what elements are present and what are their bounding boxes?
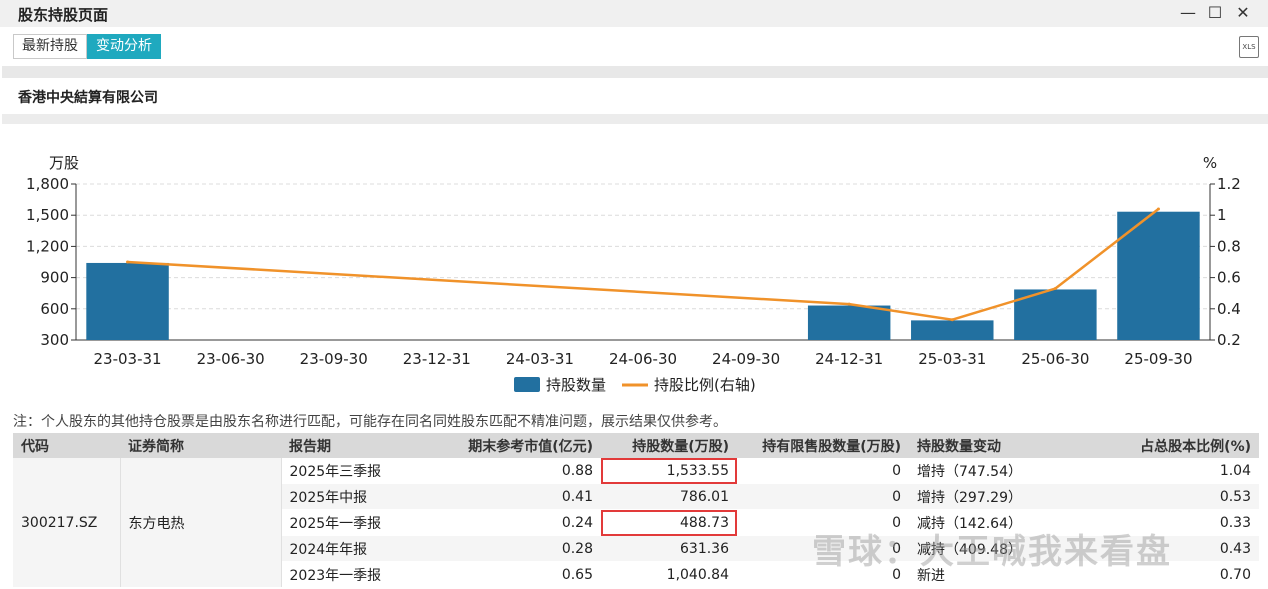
table-header-row: 代码 证券简称 报告期 期末参考市值(亿元) 持股数量(万股) 持有限售股数量(…	[13, 433, 1259, 458]
y-tick-label-right: 0.6	[1217, 269, 1241, 287]
window-titlebar: 股东持股页面 — ☐ ✕	[0, 0, 1268, 27]
cell-change: 增持（747.54）	[909, 458, 1059, 484]
cell-market-value: 0.28	[423, 535, 601, 562]
legend-label-shares: 持股数量	[546, 376, 606, 394]
table-row[interactable]: 300217.SZ 东方电热 2025年三季报 0.88 1,533.55 0 …	[13, 458, 1259, 588]
cell-period: 2024年年报	[281, 535, 423, 562]
cell-market-value: 0.88	[423, 458, 601, 484]
watermark: 雪球：大王喊我来看盘	[812, 532, 1172, 572]
cell-shares-highlighted: 1,533.55	[601, 458, 737, 484]
cell-shares: 1,040.84	[601, 561, 737, 588]
tab-latest-holdings[interactable]: 最新持股	[13, 34, 87, 59]
bar-25-03-31	[911, 320, 994, 340]
export-xls-icon[interactable]: XLS	[1239, 36, 1259, 58]
cell-shares-highlighted: 488.73	[601, 509, 737, 536]
window-title: 股东持股页面	[18, 6, 109, 24]
ratio-point-25-03-31	[950, 318, 954, 322]
cell-period: 2025年三季报	[281, 458, 423, 484]
cell-shares: 631.36	[601, 535, 737, 562]
cell-period: 2025年一季报	[281, 509, 423, 536]
cell-restricted: 0	[737, 483, 909, 510]
x-tick-label: 23-06-30	[197, 350, 265, 368]
col-header-restricted[interactable]: 持有限售股数量(万股)	[737, 433, 909, 458]
x-tick-label: 23-12-31	[403, 350, 471, 368]
y-tick-label-right: 0.2	[1217, 331, 1241, 349]
view-tabs: 最新持股 变动分析	[13, 34, 161, 59]
stock-code[interactable]: 300217.SZ	[13, 458, 121, 588]
col-header-shares[interactable]: 持股数量(万股)	[601, 433, 737, 458]
x-tick-label: 24-12-31	[815, 350, 883, 368]
x-tick-label: 23-09-30	[300, 350, 368, 368]
minimize-icon[interactable]: —	[1177, 2, 1199, 24]
close-icon[interactable]: ✕	[1232, 2, 1254, 24]
x-tick-label: 24-06-30	[609, 350, 677, 368]
cell-ratio: 1.04	[1059, 458, 1259, 484]
x-tick-label: 25-06-30	[1021, 350, 1089, 368]
col-header-ratio[interactable]: 占总股本比例(%)	[1059, 433, 1259, 458]
cell-ratio: 0.53	[1059, 483, 1259, 510]
col-header-code[interactable]: 代码	[13, 433, 120, 458]
x-tick-label: 24-03-31	[506, 350, 574, 368]
ratio-point-25-09-30	[1156, 207, 1160, 211]
cell-change: 增持（297.29）	[909, 483, 1059, 510]
y-tick-label-right: 1	[1217, 206, 1227, 224]
legend-swatch-shares	[514, 377, 540, 392]
cell-market-value: 0.24	[423, 509, 601, 536]
y-tick-label-left: 300	[40, 331, 69, 349]
legend-label-ratio: 持股比例(右轴)	[654, 376, 756, 394]
col-header-name[interactable]: 证券简称	[120, 433, 281, 458]
y-axis-unit-left: 万股	[49, 154, 79, 172]
y-tick-label-left: 1,500	[26, 206, 69, 224]
cell-period: 2025年中报	[281, 483, 423, 510]
bar-24-12-31	[807, 305, 891, 340]
cell-shares: 786.01	[601, 483, 737, 510]
y-tick-label-left: 600	[40, 300, 69, 318]
col-header-market-value[interactable]: 期末参考市值(亿元)	[423, 433, 601, 458]
stock-name[interactable]: 东方电热	[120, 458, 282, 588]
x-tick-label: 24-09-30	[712, 350, 780, 368]
x-tick-label: 23-03-31	[93, 350, 161, 368]
ratio-point-24-12-31	[847, 302, 851, 306]
ratio-point-25-06-30	[1053, 287, 1057, 291]
disclaimer-note: 注：个人股东的其他持仓股票是由股东名称进行匹配，可能存在同名同姓股东匹配不精准问…	[13, 414, 727, 430]
y-axis-unit-right: %	[1203, 154, 1217, 172]
holdings-chart: 300 600 900 1,200 1,500 1,800 0.2 0.4 0.6 0.8 1 1.2…	[26, 154, 1241, 394]
y-tick-label-left: 1,800	[26, 175, 69, 193]
ratio-line	[127, 207, 1160, 321]
y-tick-label-right: 1.2	[1217, 175, 1241, 193]
shareholder-name: 香港中央結算有限公司	[18, 90, 158, 106]
cell-market-value: 0.65	[423, 561, 601, 588]
ratio-point-23-03-31	[126, 260, 130, 264]
cell-market-value: 0.41	[423, 483, 601, 510]
maximize-icon[interactable]: ☐	[1204, 2, 1226, 24]
col-header-change[interactable]: 持股数量变动	[909, 433, 1059, 458]
x-tick-label: 25-09-30	[1124, 350, 1192, 368]
section-divider	[2, 66, 1268, 78]
section-divider	[2, 114, 1268, 124]
col-header-period[interactable]: 报告期	[281, 433, 423, 458]
bar-23-03-31	[86, 262, 169, 340]
y-tick-label-left: 1,200	[26, 237, 69, 255]
y-tick-label-right: 0.4	[1217, 300, 1241, 318]
cell-restricted: 0	[737, 458, 909, 484]
cell-period: 2023年一季报	[281, 561, 423, 588]
y-tick-label-left: 900	[40, 269, 69, 287]
tab-change-analysis[interactable]: 变动分析	[87, 34, 161, 59]
x-tick-label: 25-03-31	[918, 350, 986, 368]
y-tick-label-right: 0.8	[1217, 237, 1241, 255]
